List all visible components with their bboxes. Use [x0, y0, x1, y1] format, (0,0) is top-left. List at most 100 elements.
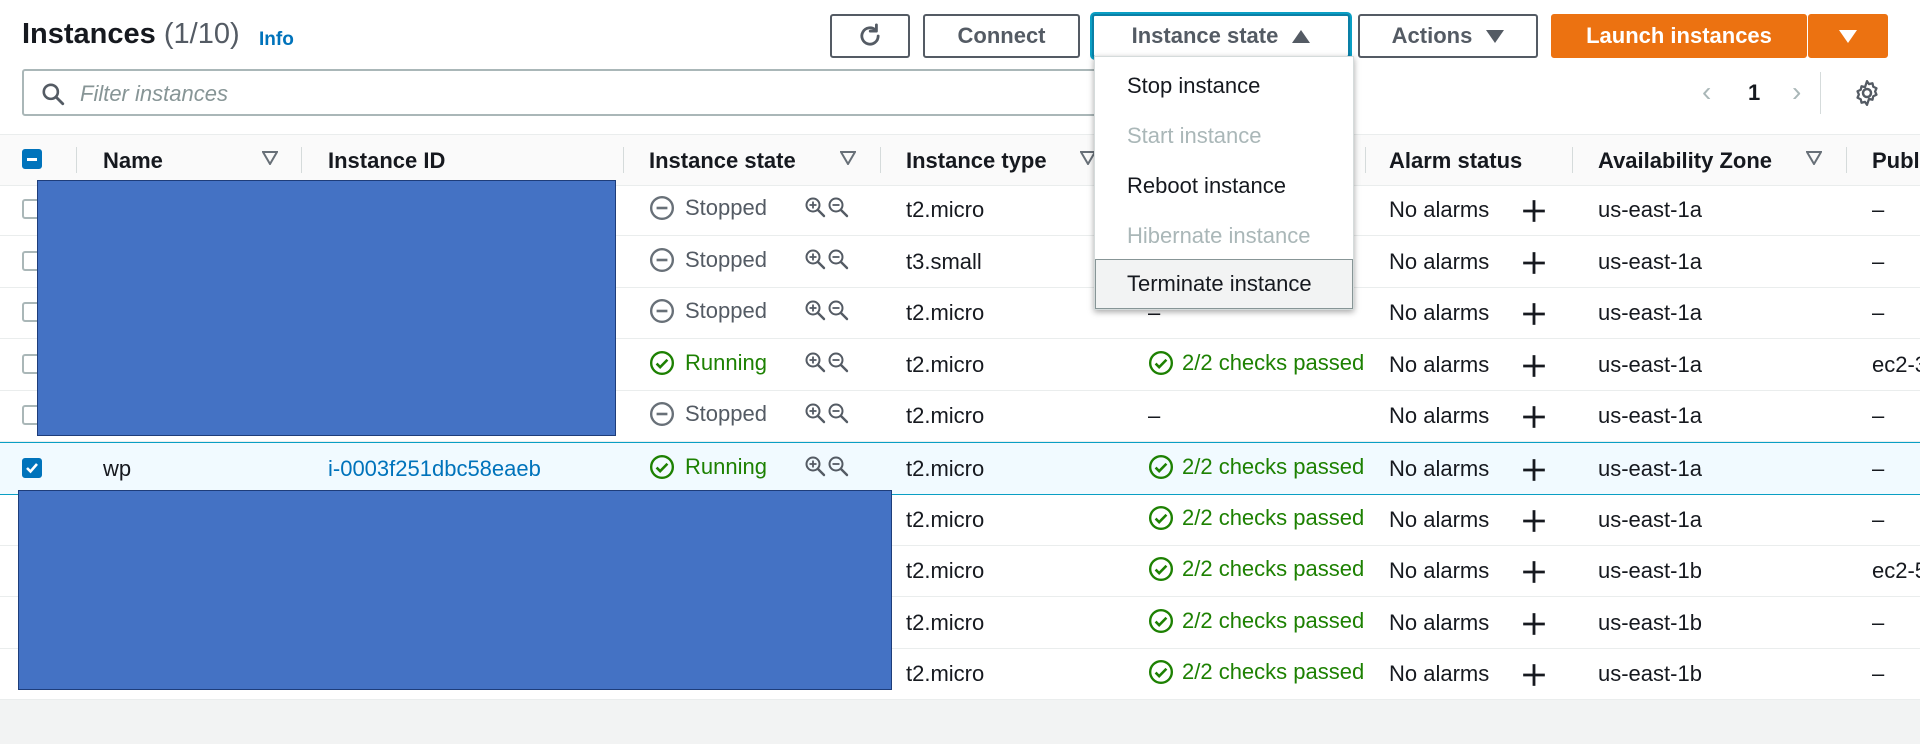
column-divider [880, 147, 881, 173]
row-select-checkbox[interactable] [22, 458, 42, 478]
status-check-text: 2/2 checks passed [1182, 659, 1365, 685]
running-check-icon [649, 350, 675, 375]
instance-state-label: Instance state [1131, 23, 1279, 48]
alarm-status: No alarms [1389, 558, 1490, 584]
table-row[interactable]: wp i-0003f251dbc58eaeb Running t2.micro 2/2… [0, 442, 1920, 495]
instance-type: t2.micro [906, 558, 985, 584]
instance-name: wp [103, 456, 132, 481]
launch-options-button[interactable] [1808, 14, 1888, 58]
instance-state-text: Stopped [685, 298, 767, 324]
launch-instances-label: Launch instances [1586, 23, 1772, 48]
zoom-icons [805, 456, 849, 477]
menu-item-stop-instance[interactable]: Stop instance [1095, 61, 1353, 111]
add-alarm-plus-icon[interactable] [1521, 250, 1547, 276]
add-alarm-plus-icon[interactable] [1521, 198, 1547, 224]
status-check: 2/2 checks passed [1148, 454, 1364, 480]
column-header-availability-zone[interactable]: Availability Zone [1598, 148, 1772, 174]
availability-zone: us-east-1b [1598, 661, 1702, 687]
instance-state: Stopped [649, 247, 767, 273]
filter-instances-input[interactable] [78, 79, 1082, 109]
alarm-status: No alarms [1389, 661, 1490, 687]
status-check: 2/2 checks passed [1148, 350, 1364, 376]
caret-down-icon [1486, 29, 1505, 43]
previous-page-icon[interactable]: ‹ [1702, 78, 1711, 106]
zoom-in-out-icons[interactable] [804, 351, 850, 375]
stopped-icon [649, 195, 675, 221]
actions-button[interactable]: Actions [1358, 14, 1538, 58]
status-check-text: 2/2 checks passed [1182, 556, 1365, 582]
sort-icon[interactable] [1806, 151, 1822, 165]
instance-type: t2.micro [906, 197, 985, 222]
settings-gear-icon[interactable] [1852, 78, 1882, 108]
public-dns: – [1872, 456, 1885, 481]
instance-id-link[interactable]: i-0003f251dbc58eaeb [328, 456, 541, 482]
zoom-in-out-icons[interactable] [804, 402, 850, 426]
launch-instances-button[interactable]: Launch instances [1551, 14, 1807, 58]
column-header-alarm-status[interactable]: Alarm status [1389, 148, 1522, 174]
menu-item-reboot-instance[interactable]: Reboot instance [1095, 161, 1353, 211]
alarm-status: No alarms [1389, 300, 1490, 326]
filter-box[interactable] [22, 69, 1122, 116]
instance-type: t2.micro [906, 300, 985, 326]
instance-state-menu: Stop instance Start instance Reboot inst… [1094, 56, 1354, 310]
status-check-text: 2/2 checks passed [1182, 454, 1365, 479]
column-header-public[interactable]: Publ [1872, 148, 1920, 174]
alarm-status: No alarms [1389, 197, 1490, 222]
zoom-in-out-icons[interactable] [804, 299, 850, 323]
instance-state-text: Running [685, 454, 767, 479]
column-header-instance-id[interactable]: Instance ID [328, 148, 445, 174]
instance-type: t2.micro [906, 403, 985, 429]
availability-zone: us-east-1a [1598, 300, 1702, 326]
select-all-checkbox[interactable] [22, 149, 42, 169]
add-alarm-plus-icon[interactable] [1521, 662, 1547, 688]
add-alarm-plus-icon[interactable] [1521, 611, 1547, 637]
status-check: – [1148, 403, 1161, 429]
menu-item-terminate-instance[interactable]: Terminate instance [1095, 259, 1353, 309]
menu-item-hibernate-instance[interactable]: Hibernate instance [1095, 211, 1353, 261]
sort-icon[interactable] [840, 151, 856, 165]
caret-up-icon [1292, 29, 1311, 43]
zoom-in-out-icons[interactable] [804, 455, 850, 479]
instance-state: Stopped [649, 195, 767, 221]
refresh-button[interactable] [830, 14, 910, 58]
add-alarm-plus-icon[interactable] [1521, 301, 1547, 327]
sort-icon[interactable] [262, 151, 278, 165]
status-check-text: 2/2 checks passed [1182, 504, 1365, 530]
menu-item-start-instance[interactable]: Start instance [1095, 111, 1353, 161]
page-title: Instances (1/10) [22, 18, 240, 51]
current-page-number[interactable]: 1 [1748, 80, 1760, 106]
add-alarm-plus-icon[interactable] [1521, 457, 1547, 483]
table-header: Name Instance ID Instance state Instance… [0, 134, 1920, 186]
check-circle-icon [1148, 608, 1174, 633]
alarm-status: No alarms [1389, 248, 1490, 274]
public-dns: – [1872, 197, 1885, 222]
column-header-name[interactable]: Name [103, 148, 163, 174]
next-page-icon[interactable]: › [1792, 78, 1801, 106]
instance-state-text: Stopped [685, 401, 767, 427]
zoom-in-out-icons[interactable] [804, 248, 850, 272]
column-header-instance-type[interactable]: Instance type [906, 148, 1047, 174]
check-circle-icon [1148, 557, 1174, 582]
column-header-instance-state[interactable]: Instance state [649, 148, 796, 174]
check-circle-icon [1148, 454, 1174, 480]
add-alarm-plus-icon[interactable] [1521, 508, 1547, 534]
info-link[interactable]: Info [259, 29, 294, 51]
add-alarm-plus-icon[interactable] [1521, 559, 1547, 585]
public-dns: ec2-3 [1872, 351, 1920, 377]
instance-state: Running [649, 454, 767, 480]
add-alarm-plus-icon[interactable] [1521, 404, 1547, 430]
stopped-icon [649, 247, 675, 272]
instance-state-text: Running [685, 349, 767, 375]
alarm-status: No alarms [1389, 609, 1490, 635]
check-circle-icon [1148, 660, 1174, 685]
divider [1820, 72, 1821, 114]
public-dns: – [1872, 609, 1885, 635]
instance-type: t2.micro [906, 661, 985, 687]
caret-down-icon [1839, 29, 1857, 43]
add-alarm-plus-icon[interactable] [1521, 353, 1547, 379]
column-divider [623, 147, 624, 173]
connect-button[interactable]: Connect [923, 14, 1080, 58]
zoom-in-out-icons[interactable] [804, 196, 850, 220]
instance-state-button[interactable]: Instance state [1092, 14, 1350, 58]
alarm-status: No alarms [1389, 506, 1490, 532]
